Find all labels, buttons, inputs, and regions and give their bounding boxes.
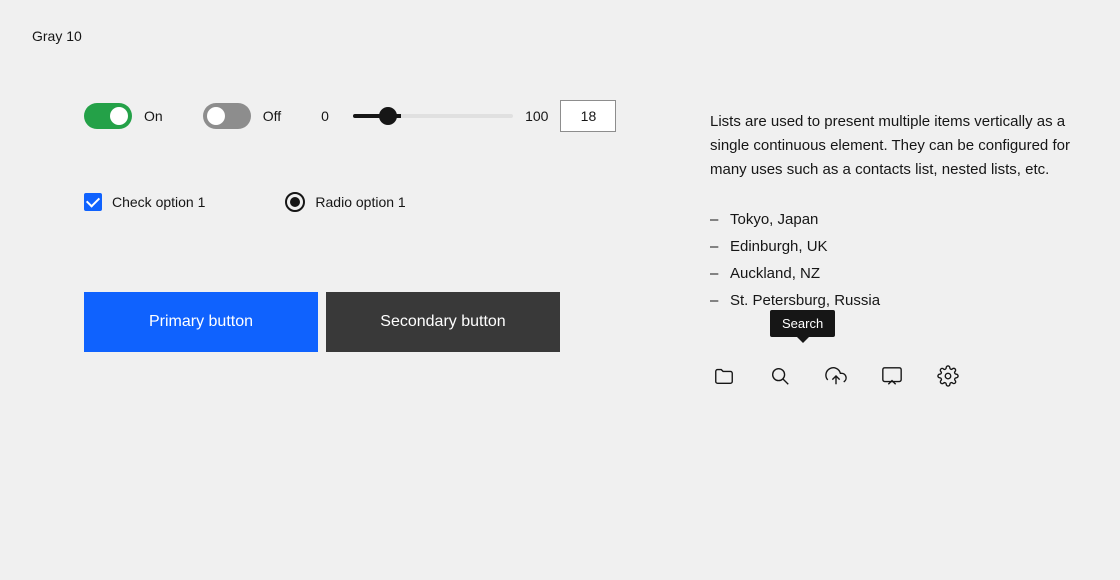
radio-label: Radio option 1 xyxy=(315,194,405,210)
toggle-on-label: On xyxy=(144,108,163,124)
settings-icon[interactable] xyxy=(934,362,962,390)
toggle-off[interactable] xyxy=(203,103,251,129)
description-text: Lists are used to present multiple items… xyxy=(710,110,1070,182)
buttons-row: Primary button Secondary button xyxy=(84,292,664,352)
list-item: Auckland, NZ xyxy=(710,260,1070,287)
folder-icon[interactable] xyxy=(710,362,738,390)
radio-inner-dot xyxy=(290,197,300,207)
toggle-off-group: Off xyxy=(203,103,281,129)
toggle-on-group: On xyxy=(84,103,163,129)
search-tooltip: Search xyxy=(770,310,835,337)
checkbox-label: Check option 1 xyxy=(112,194,205,210)
secondary-button[interactable]: Secondary button xyxy=(326,292,560,352)
list-item: Tokyo, Japan xyxy=(710,206,1070,233)
checkbox-group[interactable]: Check option 1 xyxy=(84,193,205,211)
list-item: St. Petersburg, Russia xyxy=(710,287,1070,314)
toggles-row: On Off 0 100 18 xyxy=(84,100,664,132)
controls-row: Check option 1 Radio option 1 xyxy=(84,192,664,212)
toggle-off-label: Off xyxy=(263,108,281,124)
slider-group: 0 100 18 xyxy=(321,100,616,132)
toolbar-section: Search xyxy=(710,354,1070,390)
toggle-on[interactable] xyxy=(84,103,132,129)
slider-max: 100 xyxy=(525,108,548,124)
slider-value-box[interactable]: 18 xyxy=(560,100,616,132)
slider-input[interactable] xyxy=(353,114,513,118)
upload-icon[interactable] xyxy=(822,362,850,390)
slider-min: 0 xyxy=(321,108,341,124)
primary-button[interactable]: Primary button xyxy=(84,292,318,352)
chat-icon[interactable] xyxy=(878,362,906,390)
radio-group[interactable]: Radio option 1 xyxy=(285,192,405,212)
list-items: Tokyo, Japan Edinburgh, UK Auckland, NZ … xyxy=(710,206,1070,314)
left-panel: On Off 0 100 18 Check option 1 xyxy=(84,100,664,352)
checkbox-check[interactable] xyxy=(84,193,102,211)
radio-button[interactable] xyxy=(285,192,305,212)
page-title: Gray 10 xyxy=(32,28,82,44)
list-item: Edinburgh, UK xyxy=(710,233,1070,260)
right-panel: Lists are used to present multiple items… xyxy=(710,110,1070,390)
toolbar-icons xyxy=(710,354,1070,390)
search-icon[interactable] xyxy=(766,362,794,390)
